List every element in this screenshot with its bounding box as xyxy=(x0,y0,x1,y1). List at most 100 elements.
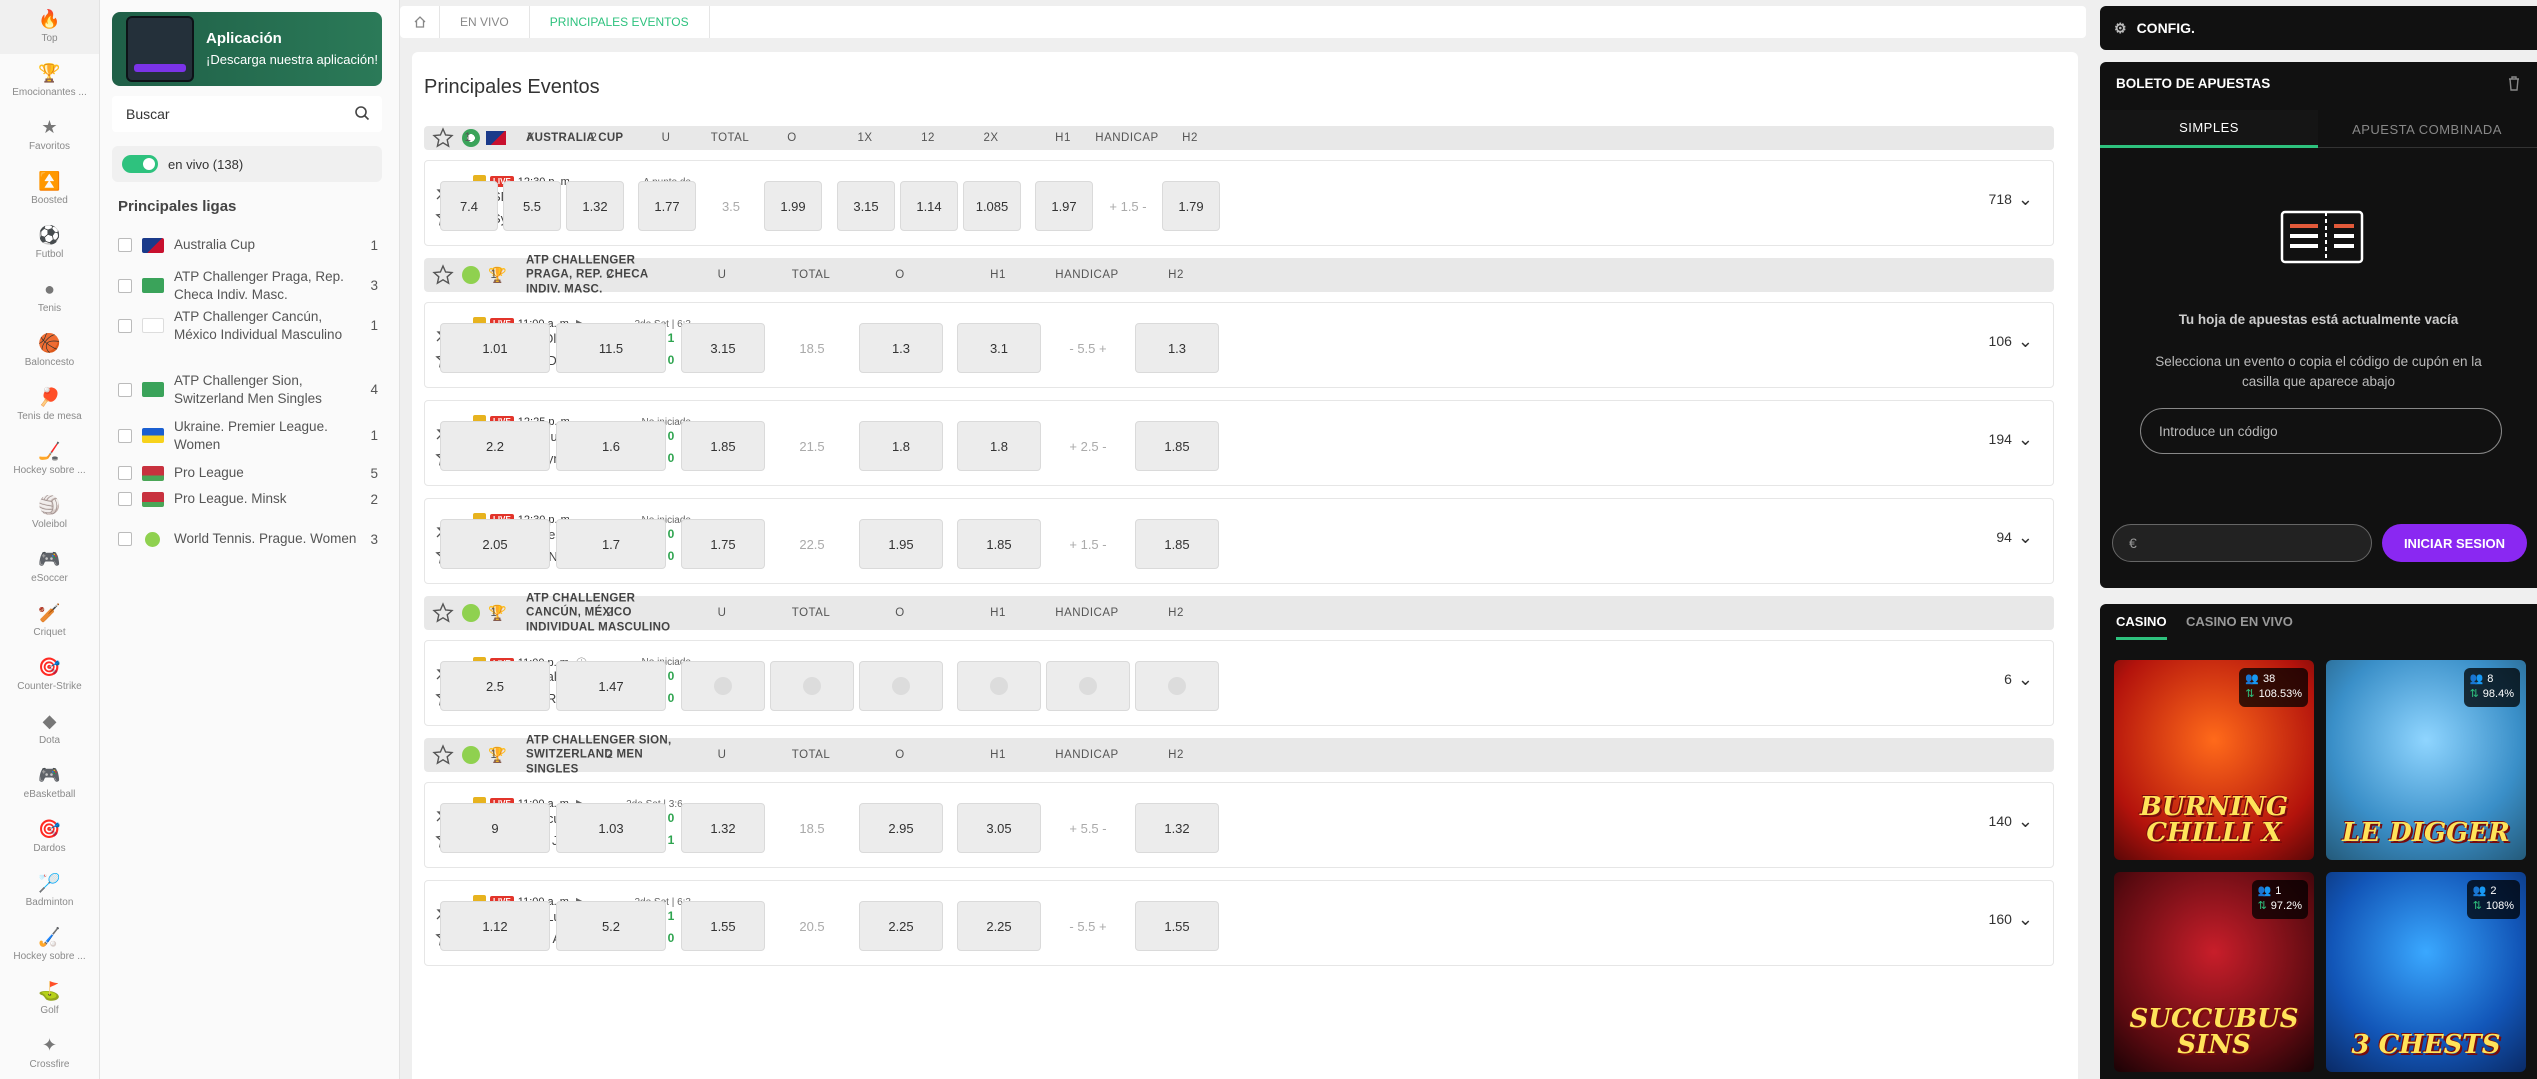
odds-button[interactable]: 1.14 xyxy=(900,181,958,231)
search-icon[interactable] xyxy=(354,105,370,121)
league-item[interactable]: Pro League 5 xyxy=(118,460,378,486)
odds-button[interactable]: 1.85 xyxy=(1135,519,1219,569)
odds-button[interactable]: 2.95 xyxy=(859,803,943,853)
rail-emocionantes[interactable]: 🏆 Emocionantes ... xyxy=(0,54,99,108)
league-checkbox[interactable] xyxy=(118,532,132,546)
odds-button[interactable]: 1.32 xyxy=(681,803,765,853)
odds-button[interactable]: 1.085 xyxy=(963,181,1021,231)
tab-casino[interactable]: CASINO xyxy=(2116,614,2167,640)
league-item[interactable]: ATP Challenger Cancún, México Individual… xyxy=(118,308,378,343)
rail-voleibol[interactable]: 🏐 Voleibol xyxy=(0,486,99,540)
odds-button[interactable]: 1.85 xyxy=(957,519,1041,569)
league-checkbox[interactable] xyxy=(118,278,132,293)
league-item[interactable]: Pro League. Minsk 2 xyxy=(118,486,378,512)
tab-simples[interactable]: SIMPLES xyxy=(2100,110,2318,148)
rail-dota[interactable]: ◆ Dota xyxy=(0,702,99,756)
odds-button[interactable]: 1.85 xyxy=(681,421,765,471)
rail-baloncesto[interactable]: 🏀 Baloncesto xyxy=(0,324,99,378)
odds-button[interactable]: 1.47 xyxy=(556,661,666,711)
odds-button[interactable]: 1.8 xyxy=(859,421,943,471)
stake-amount-input[interactable] xyxy=(2112,524,2372,562)
odds-button[interactable]: 2.05 xyxy=(440,519,550,569)
rail-futbol[interactable]: ⚽ Futbol xyxy=(0,216,99,270)
odds-button[interactable]: 2.25 xyxy=(957,901,1041,951)
casino-game-tile[interactable]: 👥 38 ⇅ 108.53% BURNING CHILLI X xyxy=(2114,660,2314,860)
more-markets-button[interactable]: 718 ⌄ xyxy=(1989,190,2033,208)
home-icon[interactable] xyxy=(400,6,440,38)
league-checkbox[interactable] xyxy=(118,428,132,443)
rail-esoccer[interactable]: 🎮 eSoccer xyxy=(0,540,99,594)
league-checkbox[interactable] xyxy=(118,382,132,397)
tab-apuesta-combinada[interactable]: APUESTA COMBINADA xyxy=(2318,110,2536,148)
rail-hockey-hielo[interactable]: 🏒 Hockey sobre ... xyxy=(0,432,99,486)
breadcrumb-principales-eventos[interactable]: PRINCIPALES EVENTOS xyxy=(530,6,710,38)
more-markets-button[interactable]: 194 ⌄ xyxy=(1989,430,2033,448)
tab-casino-en-vivo[interactable]: CASINO EN VIVO xyxy=(2186,614,2293,637)
league-checkbox[interactable] xyxy=(118,238,132,252)
odds-button[interactable]: 1.55 xyxy=(681,901,765,951)
odds-button[interactable]: 1.77 xyxy=(638,181,696,231)
league-item[interactable]: ATP Challenger Sion, Switzerland Men Sin… xyxy=(118,372,378,407)
rail-crossfire[interactable]: ✦ Crossfire xyxy=(0,1026,99,1079)
favorite-star-icon[interactable] xyxy=(432,602,454,624)
rail-golf[interactable]: ⛳ Golf xyxy=(0,972,99,1026)
odds-button[interactable]: 2.25 xyxy=(859,901,943,951)
odds-button[interactable]: 1.8 xyxy=(957,421,1041,471)
casino-game-tile[interactable]: 👥 2 ⇅ 108% 3 CHESTS xyxy=(2326,872,2526,1072)
league-item[interactable]: World Tennis. Prague. Women 3 xyxy=(118,526,378,552)
rail-top[interactable]: 🔥 Top xyxy=(0,0,99,54)
favorite-star-icon[interactable] xyxy=(432,744,454,766)
app-download-banner[interactable]: Aplicación ¡Descarga nuestra aplicación! xyxy=(112,12,382,86)
odds-button[interactable]: 9 xyxy=(440,803,550,853)
more-markets-button[interactable]: 106 ⌄ xyxy=(1989,332,2033,350)
odds-button[interactable]: 5.2 xyxy=(556,901,666,951)
live-filter[interactable]: en vivo (138) xyxy=(112,146,382,182)
league-item[interactable]: ATP Challenger Praga, Rep. Checa Indiv. … xyxy=(118,268,378,303)
odds-button[interactable]: 5.5 xyxy=(503,181,561,231)
rail-counter-strike[interactable]: 🎯 Counter-Strike xyxy=(0,648,99,702)
odds-button[interactable]: 1.7 xyxy=(556,519,666,569)
odds-button[interactable]: 2.2 xyxy=(440,421,550,471)
odds-button[interactable]: 11.5 xyxy=(556,323,666,373)
league-checkbox[interactable] xyxy=(118,492,132,506)
favorite-star-icon[interactable] xyxy=(432,264,454,286)
rail-boosted[interactable]: ⏫ Boosted xyxy=(0,162,99,216)
rail-badminton[interactable]: 🏸 Badminton xyxy=(0,864,99,918)
more-markets-button[interactable]: 94 ⌄ xyxy=(1996,528,2033,546)
odds-button[interactable]: 1.32 xyxy=(1135,803,1219,853)
rail-tenis[interactable]: ● Tenis xyxy=(0,270,99,324)
more-markets-button[interactable]: 140 ⌄ xyxy=(1989,812,2033,830)
rail-criquet[interactable]: 🏏 Criquet xyxy=(0,594,99,648)
rail-dardos[interactable]: 🎯 Dardos xyxy=(0,810,99,864)
odds-button[interactable]: 1.79 xyxy=(1162,181,1220,231)
odds-button[interactable]: 1.99 xyxy=(764,181,822,231)
league-checkbox[interactable] xyxy=(118,466,132,480)
coupon-code-input[interactable] xyxy=(2140,408,2502,454)
odds-button[interactable]: 1.95 xyxy=(859,519,943,569)
odds-button[interactable]: 1.6 xyxy=(556,421,666,471)
odds-button[interactable]: 1.03 xyxy=(556,803,666,853)
odds-button[interactable]: 1.32 xyxy=(566,181,624,231)
odds-button[interactable]: 1.85 xyxy=(1135,421,1219,471)
league-checkbox[interactable] xyxy=(118,318,132,333)
login-button[interactable]: INICIAR SESION xyxy=(2382,524,2527,562)
rail-favoritos[interactable]: ★ Favoritos xyxy=(0,108,99,162)
rail-ebasketball[interactable]: 🎮 eBasketball xyxy=(0,756,99,810)
odds-button[interactable]: 1.75 xyxy=(681,519,765,569)
live-toggle-switch[interactable] xyxy=(122,155,158,173)
odds-button[interactable]: 7.4 xyxy=(440,181,498,231)
more-markets-button[interactable]: 6 ⌄ xyxy=(2004,670,2033,688)
odds-button[interactable]: 1.01 xyxy=(440,323,550,373)
config-bar[interactable]: ⚙ CONFIG. xyxy=(2100,6,2537,50)
odds-button[interactable]: 1.97 xyxy=(1035,181,1093,231)
breadcrumb-en-vivo[interactable]: EN VIVO xyxy=(440,6,530,38)
odds-button[interactable]: 3.15 xyxy=(837,181,895,231)
casino-game-tile[interactable]: 👥 1 ⇅ 97.2% SUCCUBUS SINS xyxy=(2114,872,2314,1072)
rail-hockey-hierba[interactable]: 🏑 Hockey sobre ... xyxy=(0,918,99,972)
odds-button[interactable]: 1.3 xyxy=(1135,323,1219,373)
favorite-star-icon[interactable] xyxy=(432,127,454,149)
league-item[interactable]: Ukraine. Premier League. Women 1 xyxy=(118,418,378,453)
odds-button[interactable]: 1.12 xyxy=(440,901,550,951)
odds-button[interactable]: 1.3 xyxy=(859,323,943,373)
odds-button[interactable]: 2.5 xyxy=(440,661,550,711)
